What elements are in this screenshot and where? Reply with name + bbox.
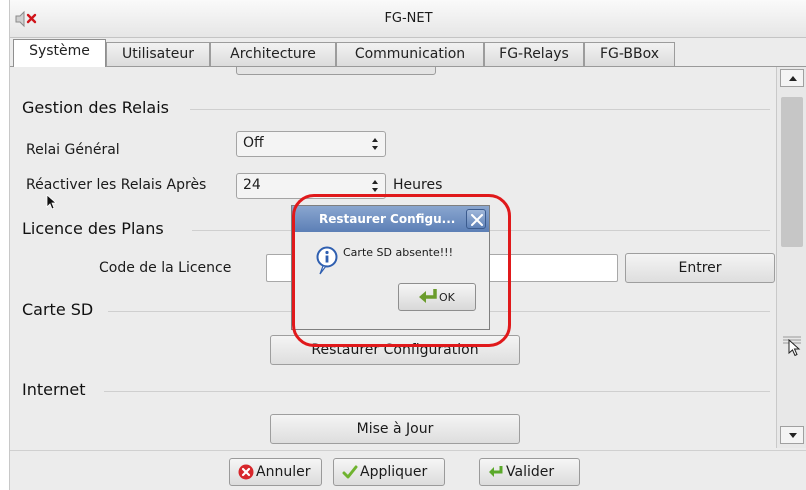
section-title-carte-sd: Carte SD xyxy=(22,300,94,319)
reactiver-relais-combo[interactable]: 24 xyxy=(236,173,386,199)
section-title-relais: Gestion des Relais xyxy=(22,98,170,117)
info-icon xyxy=(316,246,338,275)
scroll-down-button[interactable] xyxy=(780,426,804,444)
restore-dialog: Restaurer Configu... Carte SD absente!!!… xyxy=(291,205,490,330)
tab-fg-bbox[interactable]: FG-BBox xyxy=(584,42,675,66)
dialog-ok-button[interactable]: OK xyxy=(398,283,476,311)
vertical-scrollbar[interactable] xyxy=(776,67,806,448)
pointer-outline-icon xyxy=(788,339,801,357)
enter-arrow-icon xyxy=(419,289,437,303)
combo-arrows-icon xyxy=(372,138,378,150)
close-icon xyxy=(471,214,483,226)
tab-bar: Système Utilisateur Architecture Communi… xyxy=(10,38,806,67)
annuler-label: Annuler xyxy=(256,464,311,480)
arrow-up-icon xyxy=(789,76,797,81)
appliquer-button[interactable]: Appliquer xyxy=(333,458,445,486)
heures-label: Heures xyxy=(393,177,443,193)
checkmark-icon xyxy=(342,465,358,479)
dialog-title-bar: Restaurer Configu... xyxy=(292,206,489,232)
reactiver-relais-label: Réactiver les Relais Après xyxy=(26,177,207,193)
relai-general-combo[interactable]: Off xyxy=(236,131,386,157)
mouse-cursor-icon xyxy=(46,194,58,210)
dialog-close-button[interactable] xyxy=(466,209,486,229)
tab-utilisateur[interactable]: Utilisateur xyxy=(106,42,210,66)
valider-button[interactable]: Valider xyxy=(479,458,580,486)
clipped-button[interactable] xyxy=(236,67,436,75)
button-bar: Annuler Appliquer Valider xyxy=(10,450,806,490)
tab-fg-relays[interactable]: FG-Relays xyxy=(484,42,584,66)
enter-arrow-icon xyxy=(489,466,503,477)
dialog-title: Restaurer Configu... xyxy=(319,212,456,226)
entrer-button[interactable]: Entrer xyxy=(625,253,775,283)
dialog-ok-label: OK xyxy=(439,291,455,304)
reactiver-relais-value: 24 xyxy=(243,177,261,193)
scroll-up-button[interactable] xyxy=(780,69,804,87)
section-divider xyxy=(104,391,770,392)
appliquer-label: Appliquer xyxy=(360,464,428,480)
dialog-message: Carte SD absente!!! xyxy=(343,246,453,259)
valider-label: Valider xyxy=(506,464,555,480)
window-title: FG-NET xyxy=(384,11,433,26)
code-licence-label: Code de la Licence xyxy=(99,260,232,276)
combo-arrows-icon xyxy=(372,180,378,192)
section-title-internet: Internet xyxy=(22,380,86,399)
scroll-thumb[interactable] xyxy=(781,97,803,247)
cancel-icon xyxy=(238,464,254,480)
section-divider xyxy=(190,109,770,110)
tab-communication[interactable]: Communication xyxy=(336,42,484,66)
mise-a-jour-button[interactable]: Mise à Jour xyxy=(270,414,520,444)
arrow-down-icon xyxy=(789,433,797,438)
tab-architecture[interactable]: Architecture xyxy=(210,42,336,66)
relai-general-label: Relai Général xyxy=(26,142,120,158)
relai-general-value: Off xyxy=(243,135,264,151)
section-title-licence: Licence des Plans xyxy=(22,219,164,238)
annuler-button[interactable]: Annuler xyxy=(229,458,322,486)
title-bar: FG-NET xyxy=(10,0,806,38)
restaurer-configuration-button[interactable]: Restaurer Configuration xyxy=(270,335,520,365)
tab-systeme[interactable]: Système xyxy=(13,39,106,67)
